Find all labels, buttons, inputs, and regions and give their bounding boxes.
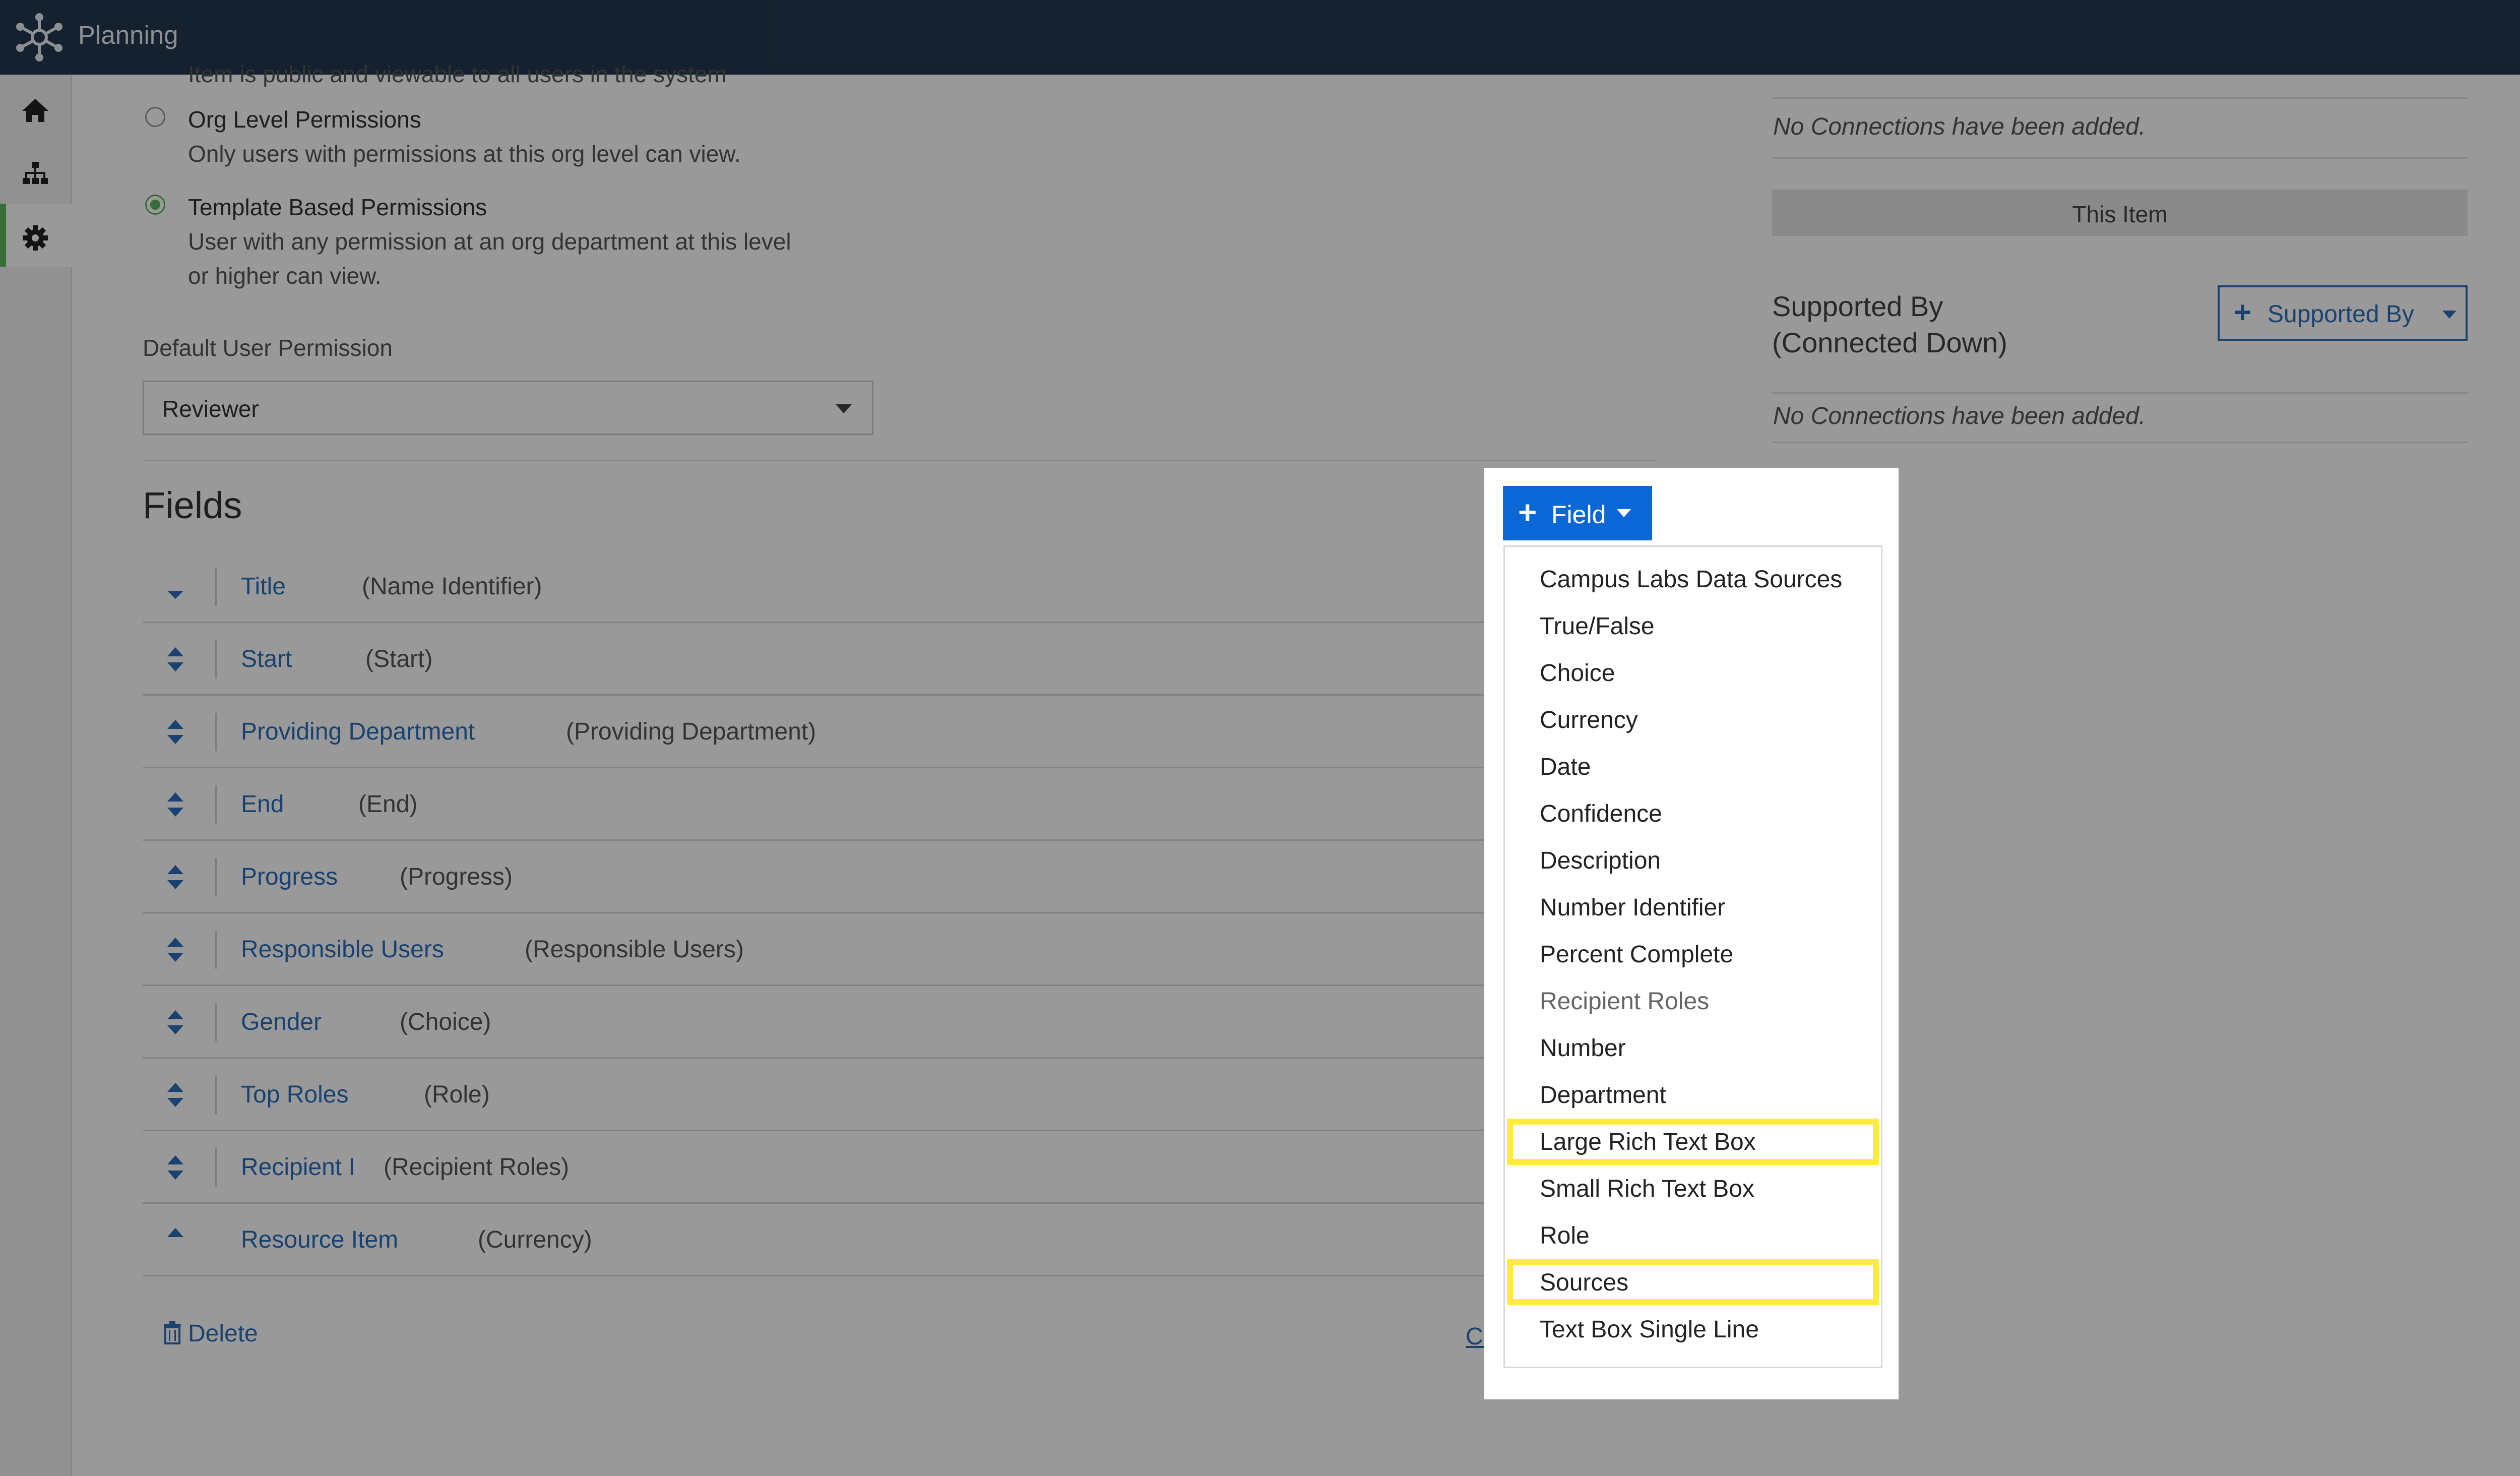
menu-item-confidence[interactable]: Confidence [1540,800,1662,828]
modal-backdrop[interactable] [0,0,2520,1476]
add-field-button[interactable]: + Field [1503,486,1652,540]
menu-item-choice[interactable]: Choice [1540,659,1615,687]
menu-item-role[interactable]: Role [1540,1222,1590,1250]
menu-item-department[interactable]: Department [1540,1081,1666,1109]
plus-icon: + [1518,494,1537,530]
menu-item-date[interactable]: Date [1540,753,1591,781]
menu-item-text-box-single-line[interactable]: Text Box Single Line [1540,1316,1759,1343]
menu-item-number-identifier[interactable]: Number Identifier [1540,894,1725,921]
menu-item-percent-complete[interactable]: Percent Complete [1540,941,1733,968]
menu-item-number[interactable]: Number [1540,1034,1626,1062]
menu-item-recipient-roles: Recipient Roles [1540,988,1710,1015]
menu-item-small-rich-text-box[interactable]: Small Rich Text Box [1540,1175,1754,1203]
caret-down-icon [1617,509,1631,517]
highlight-large-rich-text-box [1507,1119,1879,1165]
menu-item-true-false[interactable]: True/False [1540,612,1655,640]
menu-item-description[interactable]: Description [1540,847,1661,875]
add-field-label: Field [1551,501,1606,529]
highlight-sources [1507,1259,1879,1305]
menu-item-currency[interactable]: Currency [1540,706,1638,734]
menu-item-campus-labs-data-sources[interactable]: Campus Labs Data Sources [1540,566,1842,593]
